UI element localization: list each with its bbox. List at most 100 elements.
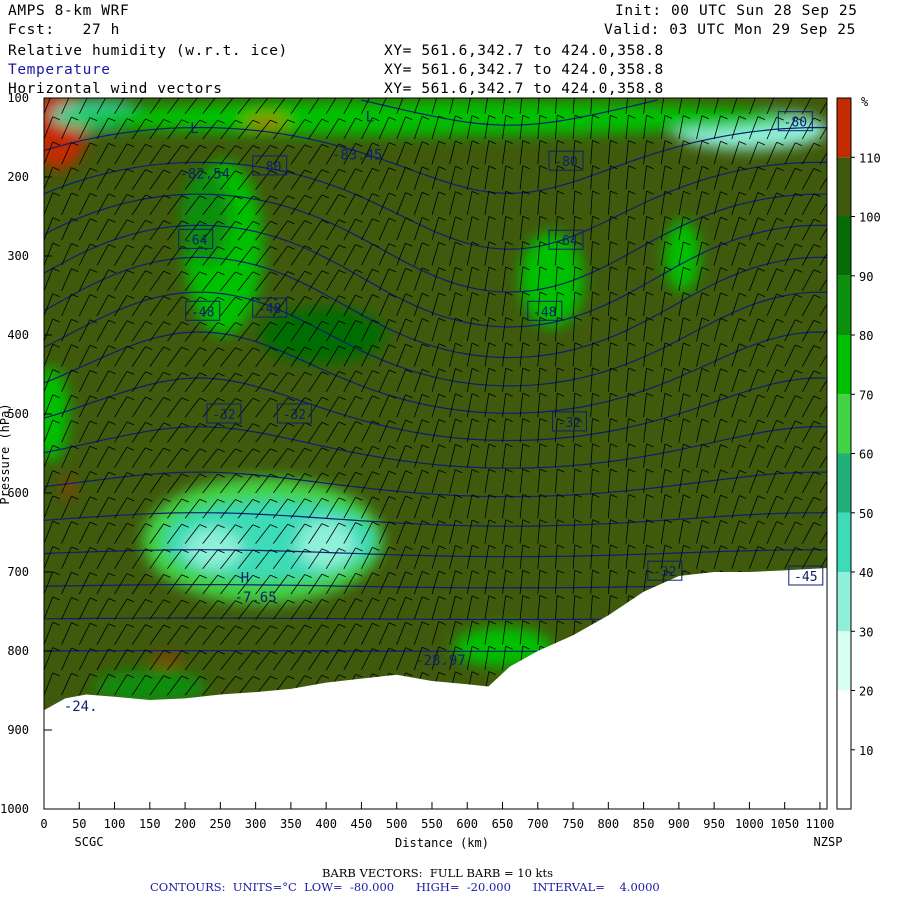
y-tick-label: 900 — [7, 723, 29, 737]
barb-flag — [53, 91, 60, 94]
barb-flag — [305, 94, 312, 97]
barb-flag — [506, 90, 513, 93]
colorbar-segment — [837, 453, 851, 513]
barb-legend: BARB VECTORS: FULL BARB = 10 kts — [322, 866, 554, 880]
barb-flag — [406, 92, 413, 95]
contour-label: -64 — [554, 234, 578, 249]
contour-label: -32 — [212, 408, 235, 423]
colorbar-segment — [837, 512, 851, 573]
contour-label: -48 — [533, 305, 556, 320]
barb-flag — [832, 93, 839, 96]
colorbar-label: 110 — [859, 151, 881, 165]
contour-label: -80 — [258, 160, 281, 175]
x-tick-label: 500 — [386, 817, 408, 831]
x-tick-label: 1000 — [735, 817, 764, 831]
x-tick-label: 300 — [245, 817, 267, 831]
colorbar-label: 30 — [859, 625, 873, 639]
barb-flag — [322, 94, 329, 97]
extremum-label: -83.45 — [332, 148, 383, 164]
barb-flag — [523, 90, 530, 93]
barb-flag — [628, 90, 635, 93]
y-tick-label: 700 — [7, 565, 29, 579]
barb-flag — [356, 93, 363, 96]
barb-flag — [702, 90, 709, 93]
barb-flag — [109, 93, 116, 96]
barb-flag — [206, 98, 207, 99]
barb-flag — [472, 90, 479, 93]
barb-flag — [372, 92, 379, 95]
y-tick-label: 800 — [7, 644, 29, 658]
colorbar-label: 90 — [859, 270, 873, 284]
barb-flag — [683, 90, 690, 93]
x-tick-label: 450 — [351, 817, 373, 831]
x-tick-label: 600 — [456, 817, 478, 831]
colorbar-label: 70 — [859, 388, 873, 402]
x-tick-label: 800 — [597, 817, 619, 831]
x-tick-label: 0 — [40, 817, 47, 831]
extremum-label: L — [366, 110, 374, 126]
colorbar-segment — [837, 275, 851, 336]
barb-flag — [665, 90, 672, 93]
x-tick-label: 250 — [210, 817, 232, 831]
colorbar-segment — [837, 572, 851, 632]
barb-flag — [557, 90, 564, 93]
barb-flag — [647, 90, 654, 93]
x-tick-label: 750 — [562, 817, 584, 831]
x-tick-label: 900 — [668, 817, 690, 831]
barb-flag — [223, 98, 225, 99]
x-tick-label: 400 — [315, 817, 337, 831]
colorbar-label: 80 — [859, 329, 873, 343]
barb-flag — [71, 92, 78, 95]
x-tick-label: 200 — [174, 817, 196, 831]
x-tick-label: 650 — [492, 817, 514, 831]
colorbar-segment — [837, 216, 851, 276]
extremum-label: H — [241, 570, 249, 586]
barb-flag — [592, 90, 599, 93]
colorbar-unit: % — [861, 95, 869, 109]
contour-label: -32 — [653, 565, 676, 580]
contour-label: -64 — [184, 233, 208, 248]
cross-section-chart: -80 -80 -80 -64 -64 -48 -48 -48 -32 -32 -32 -32 -45 L… — [0, 90, 881, 850]
y-tick-label: 400 — [7, 328, 29, 342]
y-tick-label: 1000 — [0, 802, 29, 816]
barb-flag — [288, 95, 295, 98]
colorbar-segment — [837, 335, 851, 395]
x-axis-label: Distance (km) — [395, 836, 489, 850]
x-tick-label: 150 — [139, 817, 161, 831]
extremum-label: -28.97 — [415, 653, 466, 669]
colorbar-segment — [837, 631, 851, 691]
barb-flag — [127, 93, 134, 96]
barb-flag — [439, 91, 446, 94]
colorbar-segment — [837, 690, 851, 750]
y-tick-label: 100 — [7, 91, 29, 105]
barb-flag — [721, 91, 728, 94]
x-tick-label: 700 — [527, 817, 549, 831]
rh-region — [65, 475, 73, 500]
contour-label: -32 — [558, 416, 581, 431]
contour-label: -48 — [191, 305, 214, 320]
colorbar-segment — [837, 394, 851, 454]
colorbar: 10 20 30 40 50 60 70 80 90 100 110% — [836, 95, 881, 810]
colorbar-segment — [837, 98, 851, 158]
barb-flag — [422, 91, 429, 94]
barb-flag — [758, 91, 765, 94]
x-tick-label: 1100 — [805, 817, 834, 831]
colorbar-label: 20 — [859, 685, 873, 699]
barb-flag — [455, 91, 462, 94]
colorbar-label: 40 — [859, 566, 873, 580]
colorbar-segment — [837, 157, 851, 217]
barb-flag — [339, 93, 346, 96]
contour-legend: CONTOURS: UNITS=°C LOW= -80.000 HIGH= -2… — [150, 880, 660, 894]
x-tick-label: 850 — [633, 817, 655, 831]
x-tick-label: 550 — [421, 817, 443, 831]
rh-region — [44, 98, 87, 170]
barb-flag — [777, 92, 784, 95]
contour-label: -80 — [554, 155, 577, 170]
extremum-label: -7.65 — [235, 590, 277, 606]
contour-label: -48 — [258, 302, 281, 317]
plot-area: -80 -80 -80 -64 -64 -48 -48 -48 -32 -32 -32 -32 -45 L… — [44, 90, 839, 809]
y-tick-label: 200 — [7, 170, 29, 184]
colorbar-label: 50 — [859, 507, 873, 521]
barb-flag — [90, 92, 97, 95]
barb-flag — [489, 90, 496, 93]
